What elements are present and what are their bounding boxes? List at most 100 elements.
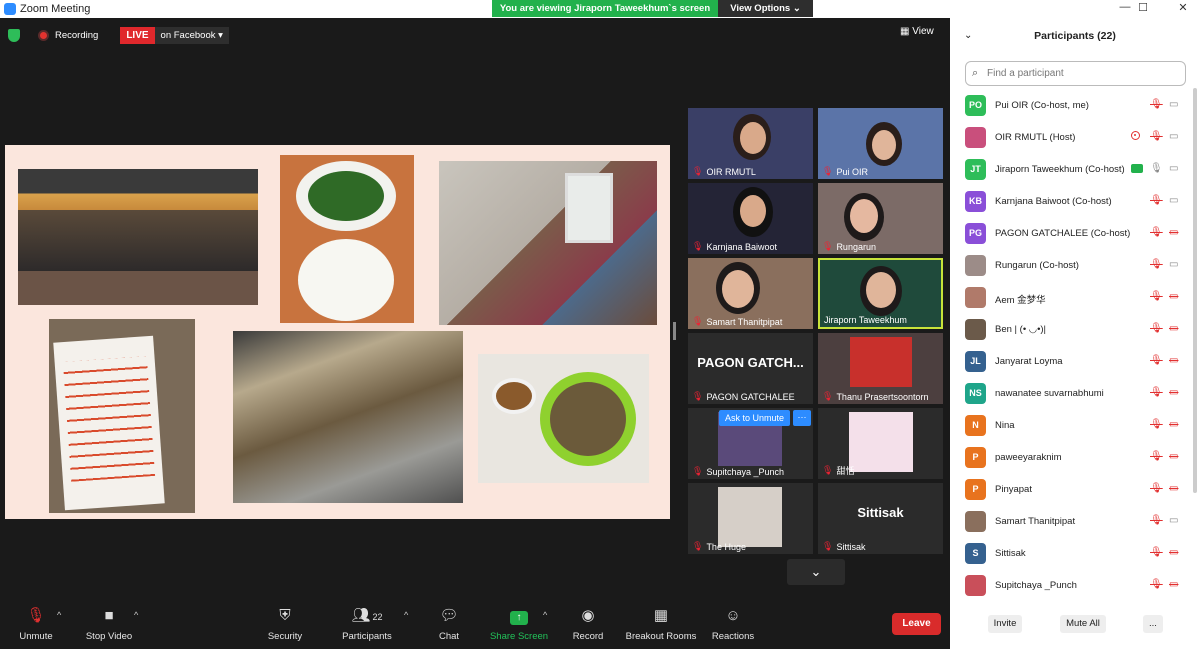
video-off-icon[interactable]: ▭ [1169,451,1178,462]
viewing-screen-banner: You are viewing Jiraporn Taweekhum`s scr… [492,0,718,17]
record-button[interactable]: ◉ Record [553,606,623,642]
muted-mic-icon[interactable]: 🎙︎ [1150,99,1163,110]
participants-count: 22 [372,612,383,622]
participant-row[interactable]: Aem 金梦华 🎙︎ ▭ [950,282,1190,314]
muted-mic-icon: 🎙︎ [692,541,704,551]
meeting-toolbar: 🎙︎ Unmute ^ ■ Stop Video ^ ⛨ Security 👥︎… [0,600,950,649]
participant-row[interactable]: Rungarun (Co-host) 🎙︎ ▭ [950,250,1190,282]
gallery-scroll-down-button[interactable]: ⌄ [787,559,845,585]
participant-row[interactable]: PO Pui OIR (Co-host, me) 🎙︎ ▭ [950,90,1190,122]
panel-more-button[interactable]: ... [1143,615,1163,633]
muted-mic-icon[interactable]: 🎙︎ [1150,483,1163,494]
participant-row[interactable]: Ben | (• ◡•)| 🎙︎ ▭ [950,314,1190,346]
close-button[interactable]: ✕ [1168,1,1198,17]
unmute-label: Unmute [19,631,53,642]
invite-button[interactable]: Invite [988,615,1022,633]
muted-mic-icon[interactable]: 🎙︎ [1150,451,1163,462]
video-off-icon[interactable]: ▭ [1169,291,1178,302]
video-off-icon[interactable]: ▭ [1169,355,1178,366]
tile-more-button[interactable]: ··· [793,410,811,426]
video-camera-icon[interactable]: ▭ [1169,195,1178,206]
muted-mic-icon[interactable]: 🎙︎ [1150,387,1163,398]
participant-row[interactable]: JT Jiraporn Taweekhum (Co-host) 🎙︎ ▭ [950,154,1190,186]
participant-name: Rungarun (Co-host) [995,260,1079,271]
video-tile[interactable]: Ask to Unmute ··· 🎙︎ Supitchaya _Punch [688,408,813,479]
mute-all-button[interactable]: Mute All [1060,615,1106,633]
participant-name: Supitchaya _Punch [995,580,1077,591]
muted-mic-icon[interactable]: 🎙︎ [1150,259,1163,270]
video-tile[interactable]: 🎙︎ Rungarun [818,183,943,254]
video-off-icon[interactable]: ▭ [1169,323,1178,334]
avatar: KB [965,191,986,212]
muted-mic-icon[interactable]: 🎙︎ [1150,547,1163,558]
video-camera-icon[interactable]: ▭ [1169,515,1178,526]
participant-row[interactable]: NS nawanatee suvarnabhumi 🎙︎ ▭ [950,378,1190,410]
live-target-dropdown[interactable]: on Facebook ▾ [154,26,229,44]
video-options-caret[interactable]: ^ [134,610,138,620]
view-button[interactable]: ▦ View [900,26,934,37]
chat-button[interactable]: 💬︎ Chat [414,606,484,642]
video-tile[interactable]: 🎙︎ Pui OIR [818,108,943,179]
participant-row[interactable]: JL Janyarat Loyma 🎙︎ ▭ [950,346,1190,378]
find-participant-input[interactable]: ⌕ Find a participant [965,61,1186,86]
participant-row[interactable]: S Sittisak 🎙︎ ▭ [950,538,1190,570]
participants-options-caret[interactable]: ^ [404,610,408,620]
audio-options-caret[interactable]: ^ [57,610,61,620]
participant-list-scrollbar[interactable] [1193,88,1197,493]
security-button[interactable]: ⛨ Security [250,606,320,642]
video-tile[interactable]: 🎙︎ Thanu Prasertsoontorn [818,333,943,404]
muted-mic-icon[interactable]: 🎙︎ [1150,291,1163,302]
video-off-icon[interactable]: ▭ [1169,483,1178,494]
video-off-icon[interactable]: ▭ [1169,227,1178,238]
participant-row[interactable]: OIR RMUTL (Host) 🎙︎ ▭ [950,122,1190,154]
video-camera-icon[interactable]: ▭ [1169,259,1178,270]
photo-skewers [233,331,463,503]
participant-row[interactable]: PG PAGON GATCHALEE (Co-host) 🎙︎ ▭ [950,218,1190,250]
video-off-icon[interactable]: ▭ [1169,387,1178,398]
participant-row[interactable]: KB Karnjana Baiwoot (Co-host) 🎙︎ ▭ [950,186,1190,218]
video-off-icon[interactable]: ▭ [1169,579,1178,590]
collapse-chevron-icon[interactable]: ⌄ [964,18,972,54]
video-off-icon[interactable]: ▭ [1169,547,1178,558]
video-camera-icon[interactable]: ▭ [1169,131,1178,142]
muted-mic-icon: 🎙︎ [692,316,704,326]
participant-row[interactable]: Ppaweeyaraknim 🎙︎ ▭ [950,442,1190,474]
muted-mic-icon[interactable]: 🎙︎ [1150,195,1163,206]
muted-mic-icon[interactable]: 🎙︎ [1150,131,1163,142]
reactions-label: Reactions [711,631,755,642]
muted-mic-icon[interactable]: 🎙︎ [1150,355,1163,366]
muted-mic-icon[interactable]: 🎙︎ [1150,419,1163,430]
participant-row[interactable]: Samart Thanitpipat 🎙︎ ▭ [950,506,1190,538]
share-options-caret[interactable]: ^ [543,610,547,620]
video-tile[interactable]: 🎙︎ The Huge [688,483,813,554]
reactions-button[interactable]: ☺ Reactions [698,606,768,642]
muted-mic-icon[interactable]: 🎙︎ [1150,227,1163,238]
video-tile[interactable]: PAGON GATCH... 🎙︎ PAGON GATCHALEE [688,333,813,404]
video-camera-icon[interactable]: ▭ [1169,163,1178,174]
participant-row[interactable]: Supitchaya _Punch 🎙︎ ▭ [950,570,1190,602]
avatar: P [965,447,986,468]
video-tile-active-speaker[interactable]: Jiraporn Taweekhum [818,258,943,329]
video-tile[interactable]: 🎙︎ Samart Thanitpipat [688,258,813,329]
mic-icon[interactable]: 🎙︎ [1150,163,1163,174]
participant-name: paweeyaraknim [995,452,1062,463]
participants-button[interactable]: 👥︎ 22 Participants [332,606,402,642]
muted-mic-icon[interactable]: 🎙︎ [1150,323,1163,334]
video-tile[interactable]: 🎙︎ OIR RMUTL [688,108,813,179]
participant-row[interactable]: N Nina 🎙︎ ▭ [950,410,1190,442]
muted-mic-icon[interactable]: 🎙︎ [1150,579,1163,590]
leave-button[interactable]: Leave [892,613,941,635]
video-off-icon[interactable]: ▭ [1169,419,1178,430]
encryption-shield-icon[interactable] [8,28,20,42]
participant-row[interactable]: P Pinyapat 🎙︎ ▭ [950,474,1190,506]
breakout-rooms-button[interactable]: ▦ Breakout Rooms [622,606,700,642]
video-tile[interactable]: Sittisak 🎙︎ Sittisak [818,483,943,554]
video-camera-icon[interactable]: ▭ [1169,99,1178,110]
ask-to-unmute-button[interactable]: Ask to Unmute [719,410,791,426]
video-tile[interactable]: 🎙︎ 甜恬 [818,408,943,479]
splitter-handle[interactable] [673,322,676,340]
muted-mic-icon[interactable]: 🎙︎ [1150,515,1163,526]
video-tile[interactable]: 🎙︎ Karnjana Baiwoot [688,183,813,254]
view-options-button[interactable]: View Options ⌄ [718,0,813,17]
maximize-button[interactable]: ☐ [1128,1,1158,17]
